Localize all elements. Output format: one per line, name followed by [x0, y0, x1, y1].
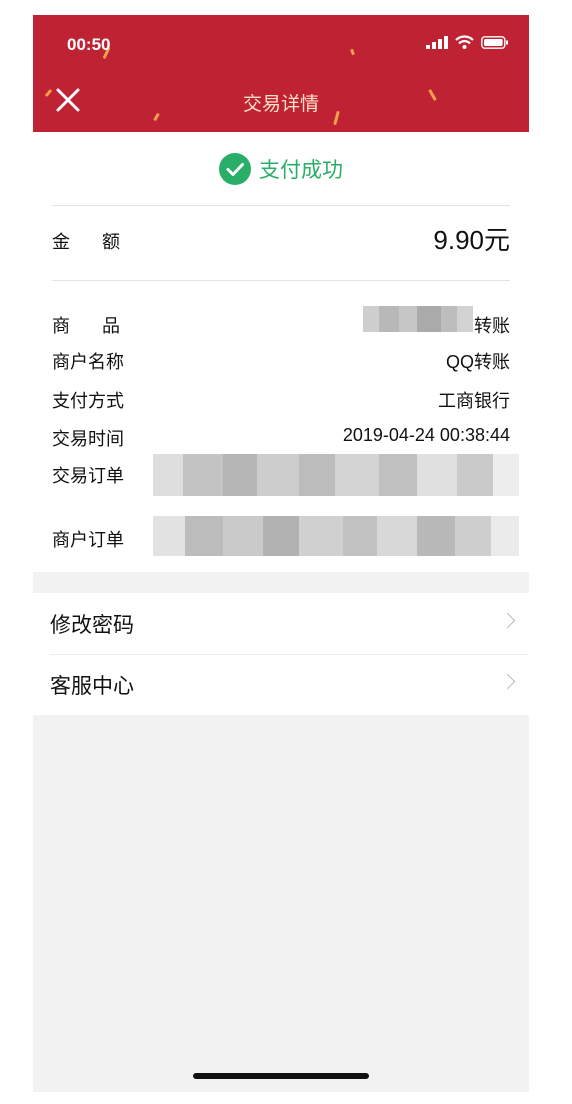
redacted-product	[363, 306, 473, 332]
battery-icon	[481, 35, 508, 49]
trade-order-label: 交易订单	[52, 466, 124, 487]
merchant-name-value: QQ转账	[445, 352, 510, 372]
settings-menu: 修改密码 客服中心	[33, 593, 529, 715]
transaction-card: 支付成功 金额 9.90元 商品 转账 商户名称 QQ转账 支付方式 工商银行 …	[33, 132, 529, 572]
customer-service-label: 客服中心	[50, 674, 134, 698]
status-icons	[426, 35, 509, 49]
status-text: 支付成功	[259, 158, 343, 182]
phone-screen: 00:50 交易详情 支付成功 金额 9.90元 商品 转账 商户名称 QQ转账…	[33, 15, 529, 1092]
amount-value: 9.90元	[433, 225, 510, 255]
change-password-item[interactable]: 修改密码	[33, 593, 529, 655]
payment-status: 支付成功	[33, 153, 529, 185]
header-bar: 00:50 交易详情	[33, 15, 529, 132]
wifi-icon	[455, 35, 474, 49]
home-indicator[interactable]	[193, 1073, 369, 1079]
customer-service-item[interactable]: 客服中心	[33, 654, 529, 715]
trade-time-label: 交易时间	[52, 429, 124, 450]
status-time: 00:50	[67, 35, 111, 54]
amount-label: 金额	[52, 232, 152, 253]
merchant-name-label: 商户名称	[52, 352, 124, 373]
payment-method-label: 支付方式	[52, 391, 124, 412]
payment-method-value: 工商银行	[438, 391, 510, 411]
check-circle-icon	[219, 153, 251, 185]
signal-icon	[426, 35, 448, 49]
change-password-label: 修改密码	[50, 613, 134, 637]
divider	[52, 280, 510, 281]
page-title: 交易详情	[242, 93, 319, 115]
confetti-decoration	[350, 48, 355, 56]
divider	[52, 205, 510, 206]
trade-time-value: 2019-04-24 00:38:44	[342, 425, 510, 445]
redacted-merchant-order	[153, 516, 519, 556]
product-label: 商品	[52, 316, 152, 337]
redacted-trade-order	[153, 454, 519, 496]
product-value: 转账	[474, 316, 510, 336]
chevron-right-icon	[499, 673, 516, 690]
chevron-right-icon	[499, 612, 516, 629]
merchant-order-label: 商户订单	[52, 530, 124, 551]
